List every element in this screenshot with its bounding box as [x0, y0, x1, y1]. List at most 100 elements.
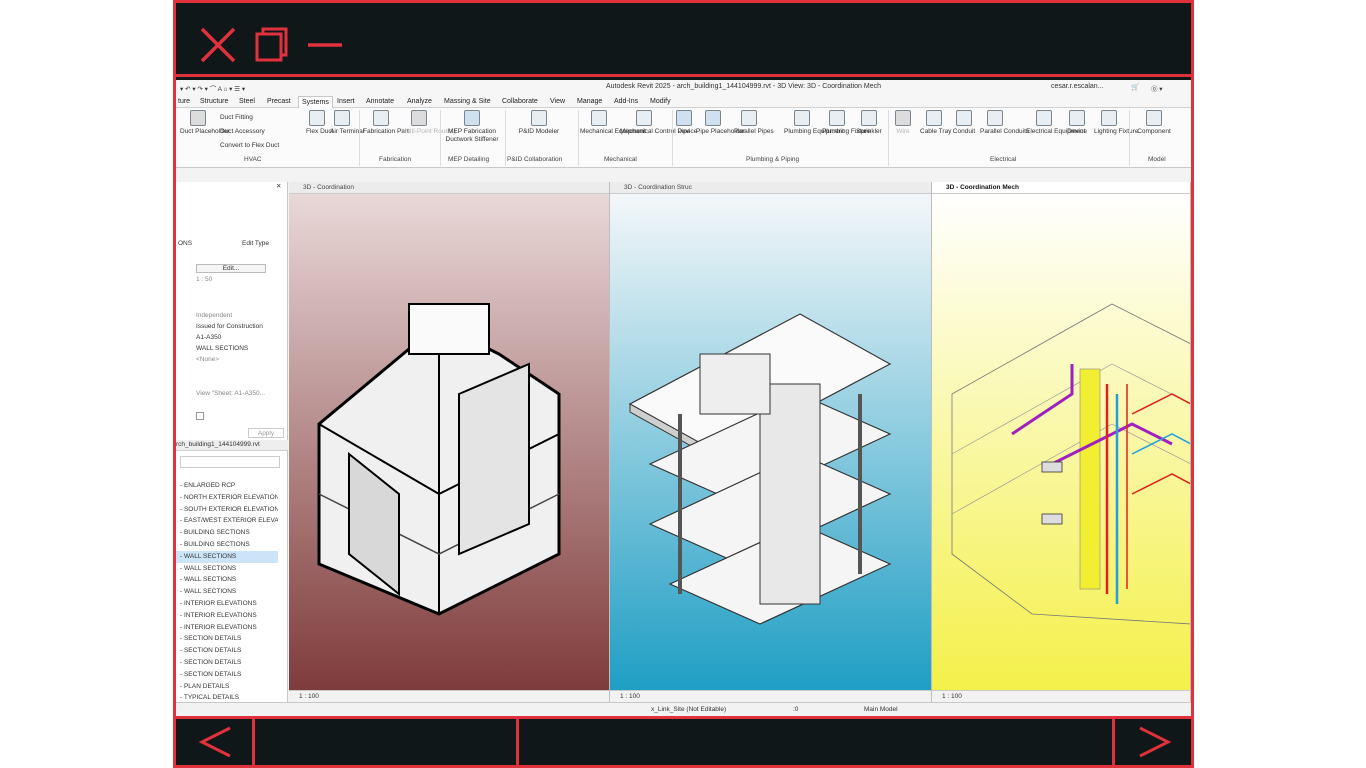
view-canvas-struc[interactable]	[610, 194, 931, 690]
tab-annotate[interactable]: Annotate	[366, 98, 394, 105]
view-coordination[interactable]: 3D - Coordination 1 : 100	[289, 182, 610, 702]
mechanical-group-label: Mechanical	[604, 156, 637, 163]
apply-button[interactable]: Apply	[248, 428, 284, 438]
ribbon-separator	[505, 110, 506, 166]
tab-manage[interactable]: Manage	[577, 98, 602, 105]
view-canvas-arch[interactable]	[289, 194, 609, 690]
browser-item[interactable]: - INTERIOR ELEVATIONS	[176, 622, 278, 634]
component-button[interactable]: Component	[1134, 110, 1174, 136]
pipe-button[interactable]: Pipe	[674, 110, 694, 136]
view-tab-coordination[interactable]: 3D - Coordination	[289, 182, 609, 194]
electrical-equipment-button[interactable]: Electrical Equipment	[1026, 110, 1085, 136]
next-arrow-icon[interactable]	[1134, 725, 1174, 759]
browser-item[interactable]: - SECTION DETAILS	[176, 657, 278, 669]
view-coordination-mech[interactable]: 3D - Coordination Mech 1: 100	[932, 182, 1191, 702]
tab-structure[interactable]: Structure	[200, 98, 228, 105]
browser-item[interactable]: - ENLARGED RCP	[176, 480, 278, 492]
design-option-model[interactable]: Main Model	[864, 706, 898, 713]
edit-button[interactable]: Edit...	[196, 264, 266, 273]
parallel-pipes-button[interactable]: Parallel Pipes	[734, 110, 774, 136]
tab-modify[interactable]: Modify	[650, 98, 671, 105]
browser-item[interactable]: - NORTH EXTERIOR ELEVATION	[176, 492, 278, 504]
parallel-conduits-button[interactable]: Parallel Conduits	[980, 110, 1029, 136]
air-terminal-button[interactable]: Air Terminal	[330, 110, 364, 136]
tab-precast[interactable]: Precast	[267, 98, 291, 105]
type-selector[interactable]: ONS	[178, 240, 192, 247]
browser-item[interactable]: - BUILDING SECTIONS	[176, 527, 278, 539]
plumbing-fixture-button[interactable]: Plumbing Fixture	[822, 110, 871, 136]
browser-item[interactable]: - WALL SECTIONS	[176, 550, 278, 563]
user-name[interactable]: cesar.r.escalan...	[1051, 83, 1104, 90]
tab-systems[interactable]: Systems	[298, 96, 333, 108]
browser-item[interactable]: - SECTION DETAILS	[176, 633, 278, 645]
minimize-icon[interactable]	[306, 25, 346, 65]
tab-add-ins[interactable]: Add-Ins	[614, 98, 638, 105]
view-tab-coordination-struc[interactable]: 3D - Coordination Struc	[610, 182, 931, 194]
view-control-bar[interactable]: 1 : 100	[289, 690, 609, 702]
mechanical-equipment-button[interactable]: Mechanical Equipment	[580, 110, 646, 136]
quick-access-icons[interactable]: ▾ ↶ ▾ ↷ ▾ ⌒ A ⌂ ▾ ☰ ▾	[180, 83, 245, 93]
tab-view[interactable]: View	[550, 98, 565, 105]
selection-count: :0	[793, 706, 799, 713]
browser-item[interactable]: - WALL SECTIONS	[176, 586, 278, 598]
edit-type-button[interactable]: Edit Type	[242, 240, 269, 247]
browser-item[interactable]: - INTERIOR ELEVATIONS	[176, 598, 278, 610]
tab-massing-site[interactable]: Massing & Site	[444, 98, 491, 105]
sprinkler-button[interactable]: Sprinkler	[854, 110, 884, 136]
browser-item[interactable]: - BUILDING SECTIONS	[176, 539, 278, 551]
browser-item[interactable]: - INTERIOR ELEVATIONS	[176, 610, 278, 622]
previous-arrow-icon[interactable]	[196, 725, 236, 759]
browser-item[interactable]: - EAST/WEST EXTERIOR ELEVAT	[176, 515, 278, 527]
view-control-bar[interactable]: 1 : 100	[610, 690, 931, 702]
help-icon[interactable]: ⓪ ▾	[1151, 83, 1163, 93]
duct-placeholder-button[interactable]: Duct Placeholder	[180, 110, 230, 136]
navigation-bar	[176, 716, 1191, 765]
tab-insert[interactable]: Insert	[337, 98, 355, 105]
tab-analyze[interactable]: Analyze	[407, 98, 432, 105]
lighting-fixture-button[interactable]: Lighting Fixture	[1094, 110, 1138, 136]
divider	[252, 719, 255, 765]
browser-item[interactable]: - SECTION DETAILS	[176, 645, 278, 657]
cart-icon[interactable]: 🛒	[1131, 83, 1139, 91]
mechanical-control-device-button[interactable]: Mechanical Control Device	[620, 110, 697, 136]
device-button[interactable]: Device	[1066, 110, 1088, 136]
browser-search-input[interactable]	[180, 456, 280, 468]
close-icon[interactable]: ✕	[276, 182, 281, 190]
browser-item[interactable]: - SOUTH EXTERIOR ELEVATION	[176, 504, 278, 516]
ribbon-separator	[1129, 110, 1130, 166]
restore-icon[interactable]	[252, 25, 292, 65]
browser-item[interactable]: - PLAN DETAILS	[176, 681, 278, 693]
view-canvas-mech[interactable]	[932, 194, 1190, 690]
ribbon-tabs: ture Structure Steel Precast Systems Ins…	[176, 96, 1191, 108]
plumbing-equipment-button[interactable]: Plumbing Equipment	[784, 110, 844, 136]
browser-item[interactable]: - SECTION DETAILS	[176, 669, 278, 681]
fabrication-part-button[interactable]: Fabrication Part	[363, 110, 409, 136]
view-coordination-struc[interactable]: 3D - Coordination Struc 1 : 100	[610, 182, 932, 702]
property-sheet-number: A1-A350	[196, 334, 222, 341]
model-group-label: Model	[1148, 156, 1166, 163]
workset-selector[interactable]: x_Link_Site (Not Editable)	[651, 706, 726, 713]
conduit-button[interactable]: Conduit	[950, 110, 978, 136]
tab-collaborate[interactable]: Collaborate	[502, 98, 538, 105]
project-browser-title: rch_building1_144104999.rvt	[176, 440, 288, 451]
browser-item[interactable]: - WALL SECTIONS	[176, 563, 278, 575]
convert-flex-duct-button[interactable]: Convert to Flex Duct	[220, 142, 279, 149]
pipe-placeholder-button[interactable]: Pipe Placeholder	[696, 110, 745, 136]
properties-panel: ✕ ONS Edit Type Edit... 1 : 50 Independe…	[176, 182, 288, 440]
view-tab-coordination-mech[interactable]: 3D - Coordination Mech	[932, 182, 1190, 194]
duct-accessory-button[interactable]: Duct Accessory	[220, 128, 265, 135]
flex-duct-button[interactable]: Flex Duct	[306, 110, 333, 136]
view-control-bar[interactable]: 1 : 100	[932, 690, 1190, 702]
ribbon-separator	[578, 110, 579, 166]
pid-modeler-button[interactable]: P&ID Modeler	[514, 110, 564, 136]
tab-architecture[interactable]: ture	[178, 98, 190, 105]
cable-tray-button[interactable]: Cable Tray	[920, 110, 951, 136]
scale-value: 1 : 50	[196, 276, 213, 283]
close-icon[interactable]	[198, 25, 238, 65]
property-checkbox[interactable]	[196, 412, 204, 420]
browser-item[interactable]: - WALL SECTIONS	[176, 574, 278, 586]
ductwork-stiffener-button[interactable]: MEP Fabrication Ductwork Stiffener	[442, 110, 502, 144]
tab-steel[interactable]: Steel	[239, 98, 255, 105]
duct-fitting-button[interactable]: Duct Fitting	[220, 114, 253, 121]
ribbon-separator	[672, 110, 673, 166]
